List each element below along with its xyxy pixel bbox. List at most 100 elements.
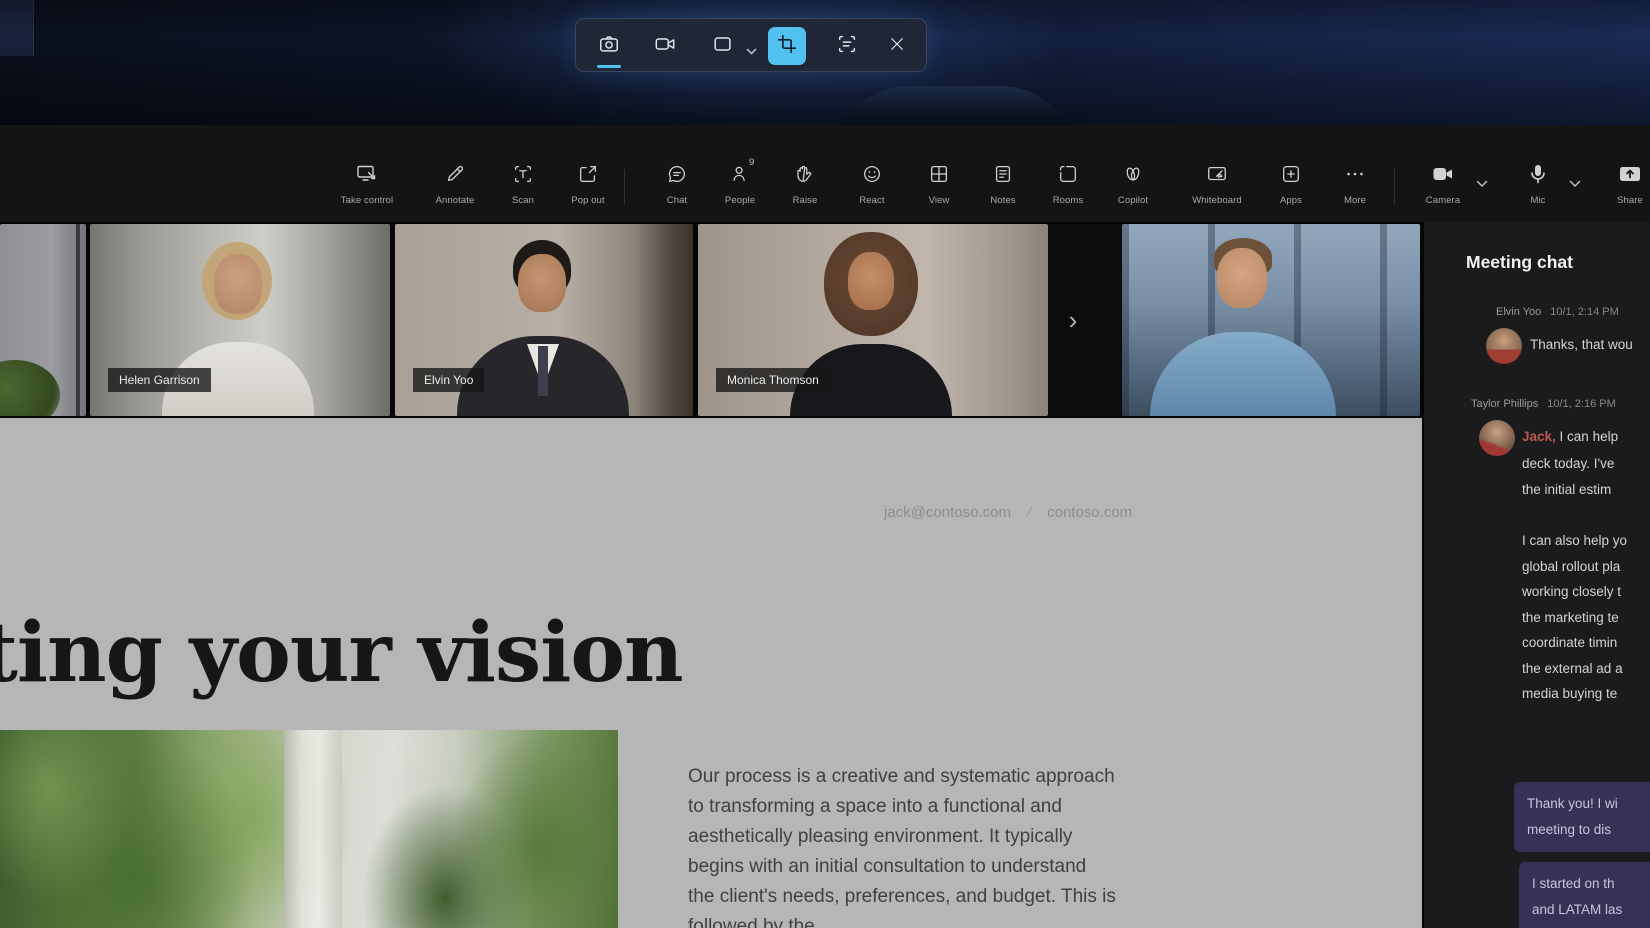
- crop-button[interactable]: [768, 27, 806, 65]
- message-line: Thank you! I wi: [1527, 791, 1650, 817]
- video-tile-participant[interactable]: [1122, 224, 1420, 416]
- chat-button[interactable]: Chat: [642, 125, 712, 222]
- whiteboard-icon: [1182, 161, 1252, 187]
- camera-on-icon: [1408, 161, 1478, 187]
- share-button[interactable]: Share: [1595, 125, 1650, 222]
- toolbar-label: Pop out: [545, 195, 631, 206]
- toolbar-label: Take control: [324, 195, 410, 206]
- meeting-chat-panel: Meeting chat Elvin Yoo10/1, 2:14 PM Than…: [1422, 222, 1650, 928]
- video-tile-partial[interactable]: [0, 224, 86, 416]
- person-head: [214, 254, 262, 314]
- message-body: I can also help yo global rollout pla wo…: [1522, 528, 1627, 707]
- notes-button[interactable]: Notes: [968, 125, 1038, 222]
- document-paragraph: Our process is a creative and systematic…: [688, 762, 1148, 928]
- window-icon: [712, 33, 734, 60]
- message-line: coordinate timin: [1522, 630, 1627, 656]
- people-icon: [705, 161, 775, 187]
- notes-icon: [968, 161, 1038, 187]
- video-camera-icon: [654, 33, 676, 60]
- close-icon: [888, 35, 906, 58]
- paragraph-line: followed by the: [688, 912, 1148, 928]
- grid-view-icon: [904, 161, 974, 187]
- video-tile-monica[interactable]: Monica Thomson: [698, 224, 1048, 416]
- window-mode-chevron[interactable]: [746, 43, 757, 61]
- sent-message-bubble: I started on th and LATAM las: [1519, 862, 1650, 928]
- rooms-button[interactable]: Rooms: [1033, 125, 1103, 222]
- message-line: global rollout pla: [1522, 554, 1627, 580]
- text-actions-button[interactable]: [828, 27, 866, 65]
- person-head: [848, 252, 894, 310]
- snipping-toolbar: [575, 18, 927, 72]
- photo-pillar: [284, 730, 342, 928]
- camera-button[interactable]: Camera: [1408, 125, 1478, 222]
- take-control-button[interactable]: Take control: [332, 125, 402, 222]
- message-line: meeting to dis: [1527, 817, 1650, 843]
- divider-slash: /: [1027, 504, 1031, 521]
- pop-out-button[interactable]: Pop out: [553, 125, 623, 222]
- avatar-elvin-yoo[interactable]: [1486, 328, 1522, 364]
- avatar-taylor-phillips[interactable]: [1479, 420, 1515, 456]
- message-line: Jack, I can help: [1522, 424, 1618, 451]
- apps-plus-icon: [1256, 161, 1326, 187]
- scan-text-icon: [488, 161, 558, 187]
- more-tiles-strip: ›: [1048, 224, 1122, 416]
- video-strip: Helen Garrison Elvin Yoo Monica Thomson …: [0, 222, 1650, 418]
- rooms-icon: [1033, 161, 1103, 187]
- wallpaper-bloom-shape: [830, 86, 1080, 125]
- message-line: media buying te: [1522, 681, 1627, 707]
- pen-icon: [420, 161, 490, 187]
- mic-on-icon: [1503, 161, 1573, 187]
- participant-name-label: Monica Thomson: [716, 368, 830, 392]
- email-text: jack@contoso.com: [884, 504, 1011, 521]
- people-count-badge: 9: [749, 157, 754, 168]
- mic-options-chevron[interactable]: [1569, 175, 1581, 193]
- record-mode-button[interactable]: [646, 27, 684, 65]
- paragraph-line: the client's needs, preferences, and bud…: [688, 882, 1148, 912]
- copilot-button[interactable]: Copilot: [1098, 125, 1168, 222]
- apps-button[interactable]: Apps: [1256, 125, 1326, 222]
- paragraph-line: aesthetically pleasing environment. It t…: [688, 822, 1148, 852]
- video-tile-elvin[interactable]: Elvin Yoo: [395, 224, 693, 416]
- message-body: Jack, I can help deck today. I've the in…: [1522, 424, 1618, 504]
- people-button[interactable]: 9 People: [705, 125, 775, 222]
- paragraph-line: Our process is a creative and systematic…: [688, 762, 1148, 792]
- screen-control-icon: [332, 161, 402, 187]
- annotate-button[interactable]: Annotate: [420, 125, 490, 222]
- sent-message-bubble: Thank you! I wi meeting to dis: [1514, 782, 1650, 852]
- next-participants-button[interactable]: ›: [1056, 300, 1090, 340]
- raise-hand-button[interactable]: Raise: [770, 125, 840, 222]
- screenshot-mode-button[interactable]: [590, 27, 628, 65]
- message-author: Taylor Phillips: [1471, 398, 1538, 410]
- plant-shape: [0, 360, 60, 416]
- meeting-toolbar: Take control Annotate Scan Pop out Chat: [0, 125, 1650, 222]
- document-heading: ting your vision: [0, 604, 683, 702]
- scan-button[interactable]: Scan: [488, 125, 558, 222]
- mic-button[interactable]: Mic: [1503, 125, 1573, 222]
- participant-name-label: Elvin Yoo: [413, 368, 484, 392]
- message-header: Taylor Phillips10/1, 2:16 PM: [1471, 398, 1616, 410]
- selected-mode-underline: [597, 65, 621, 68]
- window-mode-button[interactable]: [704, 27, 742, 65]
- video-tile-helen[interactable]: Helen Garrison: [90, 224, 390, 416]
- view-button[interactable]: View: [904, 125, 974, 222]
- more-button[interactable]: More: [1320, 125, 1390, 222]
- smiley-icon: [837, 161, 907, 187]
- message-line: I started on th: [1532, 871, 1650, 897]
- message-line: I can also help yo: [1522, 528, 1627, 554]
- react-button[interactable]: React: [837, 125, 907, 222]
- share-screen-icon: [1595, 161, 1650, 187]
- participant-name-label: Helen Garrison: [108, 368, 211, 392]
- whiteboard-button[interactable]: Whiteboard: [1182, 125, 1252, 222]
- copilot-icon: [1098, 161, 1168, 187]
- toolbar-label: Copilot: [1090, 195, 1176, 206]
- shared-screen: jack@contoso.com/contoso.com ting your v…: [0, 418, 1422, 928]
- close-button[interactable]: [878, 27, 916, 65]
- wall-line: [76, 224, 80, 416]
- message-header: Elvin Yoo10/1, 2:14 PM: [1496, 306, 1619, 318]
- person-body: [1150, 332, 1336, 416]
- message-line: the initial estim: [1522, 477, 1618, 504]
- camera-options-chevron[interactable]: [1476, 175, 1488, 193]
- document-contact-line: jack@contoso.com/contoso.com: [884, 504, 1132, 521]
- ellipsis-icon: [1320, 161, 1390, 187]
- toolbar-label: Mic: [1495, 195, 1581, 206]
